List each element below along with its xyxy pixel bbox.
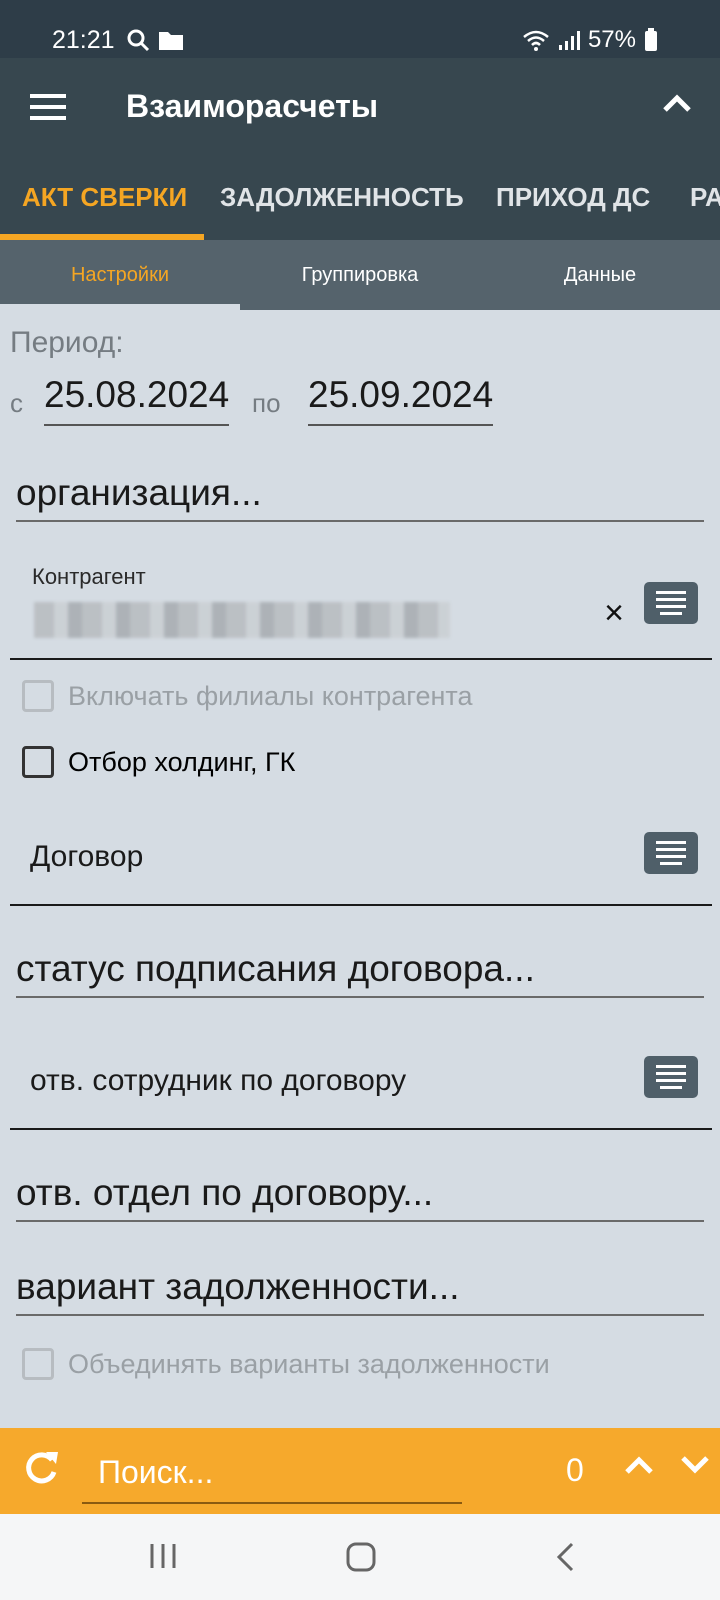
home-icon[interactable] (346, 1542, 376, 1572)
period-to-label: по (252, 388, 281, 418)
tab-ra[interactable]: РА (690, 182, 720, 213)
settings-form: Период: с 25.08.2024 по 25.09.2024 орган… (0, 310, 720, 1428)
debt-variant-field[interactable]: вариант задолженности... (16, 1266, 704, 1316)
merge-variants-checkbox[interactable]: Объединять варианты задолженности (22, 1348, 550, 1380)
search-status-icon (127, 29, 150, 52)
contract-list-button[interactable] (644, 832, 698, 874)
chevron-up-icon[interactable] (662, 92, 692, 114)
holding-filter-checkbox[interactable]: Отбор холдинг, ГК (22, 746, 295, 778)
signal-icon (558, 31, 580, 50)
system-nav-bar (0, 1514, 720, 1600)
responsible-employee-label: отв. сотрудник по договору (30, 1064, 407, 1097)
hamburger-menu-icon[interactable] (30, 94, 66, 122)
clear-contractor-icon[interactable]: × (604, 594, 624, 633)
wifi-icon (523, 30, 549, 51)
organization-field[interactable]: организация... (16, 472, 704, 522)
checkbox-box[interactable] (22, 746, 54, 778)
status-bar: 21:21 57% (0, 0, 720, 58)
main-tabs: АКТ СВЕРКИ ЗАДОЛЖЕННОСТЬ ПРИХОД ДС РА (0, 158, 720, 240)
contract-field[interactable]: Договор (10, 810, 712, 906)
holding-filter-label: Отбор холдинг, ГК (68, 746, 296, 777)
battery-icon (645, 28, 657, 51)
page-title: Взаиморасчеты (126, 88, 379, 124)
back-icon[interactable] (554, 1542, 576, 1572)
period-label: Период: (10, 326, 124, 359)
status-time: 21:21 (52, 26, 115, 54)
tab-act-sverki[interactable]: АКТ СВЕРКИ (22, 182, 187, 213)
contract-label: Договор (30, 840, 144, 873)
tab-prihod-ds[interactable]: ПРИХОД ДС (496, 182, 650, 213)
search-input[interactable] (82, 1442, 462, 1504)
chevron-up-icon[interactable] (624, 1454, 654, 1476)
responsible-department-field[interactable]: отв. отдел по договору... (16, 1172, 704, 1222)
checkbox-box[interactable] (22, 1348, 54, 1380)
recent-apps-icon[interactable] (148, 1542, 178, 1570)
app-bar: Взаиморасчеты (0, 58, 720, 158)
include-branches-checkbox[interactable]: Включать филиалы контрагента (22, 680, 472, 712)
search-result-count: 0 (566, 1452, 584, 1488)
battery-percent: 57% (587, 26, 636, 53)
contractor-list-button[interactable] (644, 582, 698, 624)
checkbox-box[interactable] (22, 680, 54, 712)
period-from-label: с (10, 388, 23, 418)
status-icons (126, 28, 184, 52)
period-to-field[interactable]: 25.09.2024 (308, 374, 494, 426)
tab-zadolzhennost[interactable]: ЗАДОЛЖЕННОСТЬ (220, 182, 464, 213)
merge-variants-label: Объединять варианты задолженности (68, 1348, 550, 1379)
status-right: 57% (522, 26, 658, 54)
sub-tabs: Настройки Группировка Данные (0, 240, 720, 310)
search-bar: 0 (0, 1428, 720, 1514)
subtab-data[interactable]: Данные (480, 240, 720, 310)
subtab-settings[interactable]: Настройки (0, 240, 240, 310)
contractor-value-redacted (34, 602, 450, 638)
chevron-down-icon[interactable] (680, 1454, 710, 1476)
contractor-field[interactable]: Контрагент × (10, 558, 712, 660)
folder-status-icon (159, 32, 183, 50)
contractor-caption: Контрагент (32, 564, 146, 589)
subtab-grouping[interactable]: Группировка (240, 240, 480, 310)
include-branches-label: Включать филиалы контрагента (68, 680, 473, 711)
period-from-field[interactable]: 25.08.2024 (44, 374, 230, 426)
responsible-employee-field[interactable]: отв. сотрудник по договору (10, 1034, 712, 1130)
refresh-icon[interactable] (22, 1448, 60, 1488)
contract-status-field[interactable]: статус подписания договора... (16, 948, 704, 998)
employee-list-button[interactable] (644, 1056, 698, 1098)
